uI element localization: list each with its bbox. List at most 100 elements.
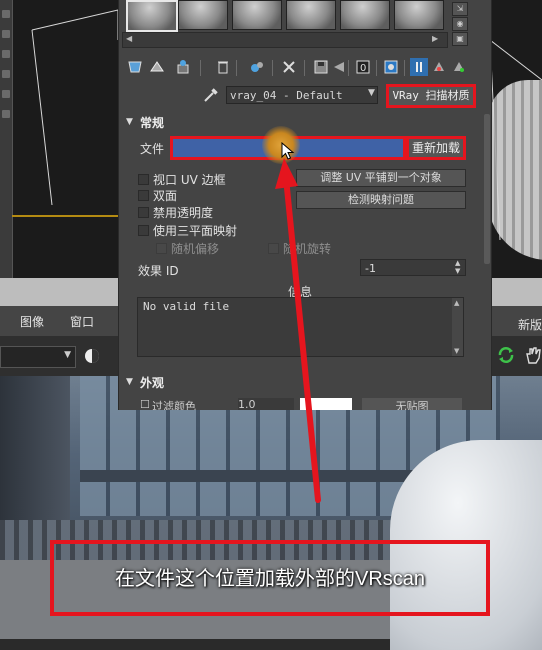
material-slot[interactable]	[394, 0, 444, 30]
collapse-triangle-icon: ▼	[126, 377, 133, 387]
filter-map-button[interactable]: 无贴图	[362, 398, 462, 410]
side-tool-icon[interactable]	[2, 50, 10, 58]
checkbox-box[interactable]	[138, 225, 149, 236]
detect-mapping-button[interactable]: 检测映射问题	[296, 191, 466, 209]
spinner-arrows-icon[interactable]: ▲ ▼	[455, 259, 460, 275]
side-tool-icon[interactable]	[2, 10, 10, 18]
checkbox-label: 视口 UV 边框	[153, 173, 226, 187]
checkbox-label: 使用三平面映射	[153, 224, 238, 238]
checkbox-label: 随机偏移	[171, 242, 220, 256]
eyedropper-icon[interactable]	[202, 86, 220, 104]
file-label: 文件	[140, 142, 165, 156]
random-rotation-checkbox[interactable]: 随机旋转	[268, 240, 331, 257]
svg-text:0: 0	[360, 63, 366, 74]
checkbox-box[interactable]	[138, 190, 149, 201]
scroll-up-icon[interactable]: ▲	[454, 299, 459, 307]
show-map-icon[interactable]: 0	[354, 58, 372, 76]
side-tool-icon[interactable]	[2, 30, 10, 38]
collapse-triangle-icon: ▼	[126, 117, 133, 127]
rollout-appearance-header[interactable]: ▼ 外观	[122, 374, 482, 392]
render-preset-dropdown[interactable]: ▼	[0, 346, 76, 368]
toolbar-separator	[200, 60, 201, 76]
checkbox-box[interactable]	[138, 207, 149, 218]
hand-icon[interactable]	[524, 345, 542, 365]
material-name-dropdown-icon[interactable]: ▼	[368, 88, 375, 98]
checkbox-label: 随机旋转	[283, 242, 332, 256]
material-slot[interactable]	[232, 0, 282, 30]
viewport-frame-line	[12, 215, 122, 217]
menu-new-version[interactable]: 新版	[518, 316, 542, 333]
pick-material-icon[interactable]: ⇲	[452, 2, 468, 16]
assign-material-icon[interactable]	[174, 58, 192, 76]
disable-opacity-checkbox[interactable]: 禁用透明度	[138, 204, 213, 221]
scroll-left-icon[interactable]: ◀	[126, 34, 132, 43]
sample-type-icon[interactable]: ◉	[452, 17, 468, 31]
effect-id-label: 效果 ID	[138, 264, 179, 278]
fit-uv-button[interactable]: 调整 UV 平铺到一个对象	[296, 169, 466, 187]
effect-id-spinner[interactable]: -1	[360, 259, 466, 276]
checkbox-box[interactable]	[138, 174, 149, 185]
get-material-icon[interactable]	[126, 58, 144, 76]
checkbox-label: 禁用透明度	[153, 206, 214, 220]
toolbar-separator	[236, 60, 237, 76]
reload-button[interactable]: 重新加载	[406, 136, 466, 160]
make-unique-icon[interactable]	[248, 58, 266, 76]
filter-color-label: 过滤颜色	[152, 400, 196, 410]
toolbar-separator	[348, 60, 349, 76]
tutorial-caption: 在文件这个位置加载外部的VRscan	[114, 568, 426, 590]
random-offset-checkbox[interactable]: 随机偏移	[156, 240, 219, 257]
toolbar-separator	[304, 60, 305, 76]
show-end-result-icon[interactable]	[382, 58, 400, 76]
refresh-icon[interactable]	[496, 345, 516, 365]
slots-scrollbar[interactable]	[122, 32, 448, 48]
effects-icon[interactable]	[330, 58, 348, 76]
checkbox-box[interactable]	[268, 243, 279, 254]
go-to-parent-icon[interactable]	[410, 58, 428, 76]
side-tool-icon[interactable]	[2, 110, 10, 118]
checkbox-box[interactable]	[156, 243, 167, 254]
material-sample-slots	[122, 0, 448, 32]
material-navigator-icon[interactable]	[450, 58, 468, 76]
viewport-uv-border-checkbox[interactable]: 视口 UV 边框	[138, 171, 226, 188]
scroll-right-icon[interactable]: ▶	[432, 34, 438, 43]
color-circle-icon[interactable]	[84, 348, 100, 364]
go-forward-icon[interactable]	[430, 58, 448, 76]
mouse-cursor-icon	[281, 142, 295, 160]
toolbar-separator	[376, 60, 377, 76]
rollout-title: 外观	[140, 376, 165, 390]
material-editor-toolbar: 0	[122, 58, 482, 80]
toolbar-separator	[272, 60, 273, 76]
checkbox-label: 双面	[153, 189, 178, 203]
menu-image[interactable]: 图像	[20, 313, 44, 330]
material-id-icon[interactable]	[280, 58, 298, 76]
info-textbox[interactable]: No valid file	[137, 297, 464, 357]
material-name-field[interactable]: vray_04 - Default	[226, 86, 378, 104]
render-right-icons	[496, 343, 542, 367]
info-scrollbar[interactable]: ▲ ▼	[452, 298, 463, 356]
filter-color-row: ☐ 过滤颜色 1.0 无贴图	[140, 398, 470, 410]
rollout-title: 常规	[140, 116, 165, 130]
viewport-wireframe	[31, 9, 118, 206]
put-to-scene-icon[interactable]	[148, 58, 166, 76]
filter-color-checkbox[interactable]: ☐	[140, 398, 150, 410]
delete-icon[interactable]	[214, 58, 232, 76]
material-slot[interactable]	[126, 0, 178, 32]
chevron-down-icon: ▼	[64, 350, 71, 360]
panel-scrollbar[interactable]	[484, 114, 490, 264]
two-sided-checkbox[interactable]: 双面	[138, 187, 177, 204]
material-slot[interactable]	[286, 0, 336, 30]
filter-color-value[interactable]: 1.0	[238, 398, 294, 410]
material-slot[interactable]	[178, 0, 228, 30]
scroll-down-icon[interactable]: ▼	[454, 347, 459, 355]
menu-window[interactable]: 窗口	[70, 313, 94, 330]
side-tool-icon[interactable]	[2, 90, 10, 98]
side-tool-icon[interactable]	[2, 70, 10, 78]
toolbar-separator	[404, 60, 405, 76]
filter-color-swatch[interactable]	[300, 398, 352, 410]
rollout-general-header[interactable]: ▼ 常规	[122, 114, 482, 132]
backlight-icon[interactable]: ▣	[452, 32, 468, 46]
triplanar-checkbox[interactable]: 使用三平面映射	[138, 222, 237, 239]
material-type-button[interactable]: VRay 扫描材质	[386, 84, 476, 108]
material-slot[interactable]	[340, 0, 390, 30]
save-icon[interactable]	[312, 58, 330, 76]
